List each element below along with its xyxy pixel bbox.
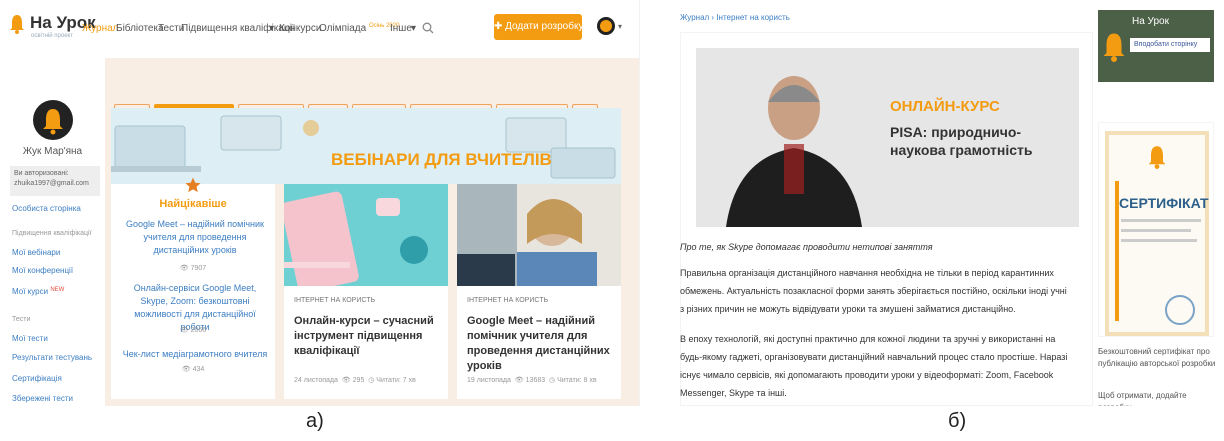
sidebar-item-certification[interactable]: Сертифікація xyxy=(12,374,62,383)
facebook-like-button[interactable]: Вподобати сторінку xyxy=(1130,38,1210,52)
certificate-promo[interactable]: СЕРТИФІКАТ xyxy=(1098,122,1214,337)
sidebar-item-saved-tests[interactable]: Збережені тести xyxy=(12,394,73,403)
favorite-link-3[interactable]: Чек-лист медіаграмотного вчителя xyxy=(121,348,269,361)
bell-logo-icon[interactable] xyxy=(9,14,25,34)
sidebar-heading-qualification: Підвищення кваліфікації xyxy=(12,230,92,237)
favorites-card: Найцікавіше Google Meet – надійний поміч… xyxy=(111,177,275,399)
article-paragraph-2: В епоху технологій, які доступні практич… xyxy=(680,334,1068,398)
bell-logo-icon xyxy=(1103,33,1125,62)
course-label: ОНЛАЙН-КУРС xyxy=(890,98,1000,115)
favorite-views-1: 👁 7907 xyxy=(179,265,207,272)
favorite-views-3: 👁 434 xyxy=(181,366,205,373)
facebook-page-name[interactable]: На Урок xyxy=(1132,16,1169,27)
certificate-caption: Безкоштовний сертифікат про публікацію а… xyxy=(1098,347,1216,368)
favorite-views-2: 👁 2066 xyxy=(179,327,207,334)
user-avatar[interactable] xyxy=(597,17,615,35)
laptops-illustration xyxy=(111,115,616,179)
nav-olympiad[interactable]: Олімпіада Осінь 2020 xyxy=(319,23,399,34)
certificate-line xyxy=(1121,229,1191,232)
user-menu-caret-icon[interactable]: ▾ xyxy=(618,22,622,31)
nav-qualification[interactable]: Підвищення кваліфікації xyxy=(181,23,295,34)
top-navbar: На Урок освітній проект Журнал Бібліотек… xyxy=(0,0,639,58)
card-date: 24 листопада xyxy=(294,377,338,384)
sidebar-user-name: Жук Мар'яна xyxy=(22,146,83,157)
nav-qualification-caret[interactable]: ▾ xyxy=(269,23,274,34)
card-meta: 24 листопада 👁 295 ◷ Читати: 7 хв xyxy=(294,377,416,384)
card-views: 13683 xyxy=(525,377,546,384)
bell-logo-icon xyxy=(1148,146,1166,169)
brand-subtitle: освітній проект xyxy=(31,33,73,39)
views-count: 7907 xyxy=(190,265,207,272)
certificate-line xyxy=(1121,239,1197,242)
panel-a-screenshot: На Урок освітній проект Журнал Бібліотек… xyxy=(0,0,640,406)
course-video-preview[interactable]: ОНЛАЙН-КУРС PISA: природничо-наукова гра… xyxy=(696,48,1079,227)
certificate-image: СЕРТИФІКАТ xyxy=(1105,131,1209,336)
card-image-keyboard xyxy=(284,184,448,286)
webinars-banner[interactable]: ВЕБІНАРИ ДЛЯ ВЧИТЕЛІВ xyxy=(111,108,621,184)
nav-other[interactable]: Інше xyxy=(390,23,412,34)
sidebar-avatar xyxy=(33,100,73,140)
nav-olympiad-label[interactable]: Олімпіада xyxy=(319,23,366,34)
certificate-cta[interactable]: Щоб отримати, додайте розробку xyxy=(1098,390,1216,406)
certificate-title: СЕРТИФІКАТ xyxy=(1119,195,1209,211)
nav-library[interactable]: Бібліотека xyxy=(116,23,164,34)
sidebar-item-webinars[interactable]: Мої вебінари xyxy=(12,248,60,257)
article-card-1[interactable]: ІНТЕРНЕТ НА КОРИСТЬ Онлайн-курси – сучас… xyxy=(284,184,448,399)
sidebar-item-conferences[interactable]: Мої конференції xyxy=(12,266,73,275)
article-lead: Про те, як Skype допомагає проводити нет… xyxy=(680,242,933,252)
new-badge: NEW xyxy=(50,287,65,293)
sidebar-item-courses[interactable]: Мої курси NEW xyxy=(12,287,64,296)
card-title[interactable]: Онлайн-курси – сучасний інструмент підви… xyxy=(294,314,444,359)
certificate-seal xyxy=(1165,295,1195,325)
card-meta: 19 листопада 👁 13683 ◷ Читати: 8 хв xyxy=(467,377,597,384)
views-count: 434 xyxy=(192,366,205,373)
card-category[interactable]: ІНТЕРНЕТ НА КОРИСТЬ xyxy=(467,297,548,304)
panel-b-screenshot: Журнал › Інтернет на користь ОНЛАЙН-КУРС… xyxy=(680,0,1224,406)
sidebar-item-test-results[interactable]: Результати тестувань xyxy=(12,353,92,362)
nav-journal[interactable]: Журнал xyxy=(82,23,119,34)
views-count: 2066 xyxy=(190,327,207,334)
favorite-link-1[interactable]: Google Meet – надійний помічник учителя … xyxy=(121,218,269,257)
card-image-students xyxy=(457,184,621,286)
search-icon[interactable] xyxy=(422,22,434,34)
certificate-line xyxy=(1121,219,1201,222)
card-title[interactable]: Google Meet – надійний помічник учителя … xyxy=(467,314,617,374)
article-paragraph-1: Правильна організація дистанційного навч… xyxy=(680,268,1067,314)
auth-label: Ви авторизовані: xyxy=(14,170,69,177)
sidebar-heading-tests: Тести xyxy=(12,316,31,323)
add-material-button[interactable]: ✚ Додати розробку xyxy=(494,14,583,40)
bell-avatar-icon xyxy=(43,109,63,135)
sidebar-item-my-tests[interactable]: Мої тести xyxy=(12,334,48,343)
caption-a: а) xyxy=(306,410,324,432)
caption-b: б) xyxy=(948,410,967,432)
sidebar-courses-label[interactable]: Мої курси xyxy=(12,287,48,296)
facebook-page-widget[interactable]: На Урок Вподобати сторінку xyxy=(1098,10,1214,82)
card-read-time: Читати: 7 хв xyxy=(376,377,416,384)
star-icon xyxy=(185,177,201,193)
card-category[interactable]: ІНТЕРНЕТ НА КОРИСТЬ xyxy=(294,297,375,304)
favorites-title: Найцікавіше xyxy=(159,198,227,210)
nav-other-caret[interactable]: ▾ xyxy=(411,23,416,34)
auth-info-box: Ви авторизовані: zhuika1997@gmail.com xyxy=(10,166,100,196)
card-views: 295 xyxy=(352,377,365,384)
sidebar-item-personal-page[interactable]: Особиста сторінка xyxy=(12,204,81,213)
breadcrumb[interactable]: Журнал › Інтернет на користь xyxy=(680,13,790,22)
card-date: 19 листопада xyxy=(467,377,511,384)
article-card-2[interactable]: ІНТЕРНЕТ НА КОРИСТЬ Google Meet – надійн… xyxy=(457,184,621,399)
card-read-time: Читати: 8 хв xyxy=(557,377,597,384)
course-name: PISA: природничо-наукова грамотність xyxy=(890,124,1033,158)
banner-title: ВЕБІНАРИ ДЛЯ ВЧИТЕЛІВ xyxy=(331,150,552,169)
nav-contests[interactable]: Конкурси xyxy=(279,23,321,34)
auth-email: zhuika1997@gmail.com xyxy=(14,180,89,187)
